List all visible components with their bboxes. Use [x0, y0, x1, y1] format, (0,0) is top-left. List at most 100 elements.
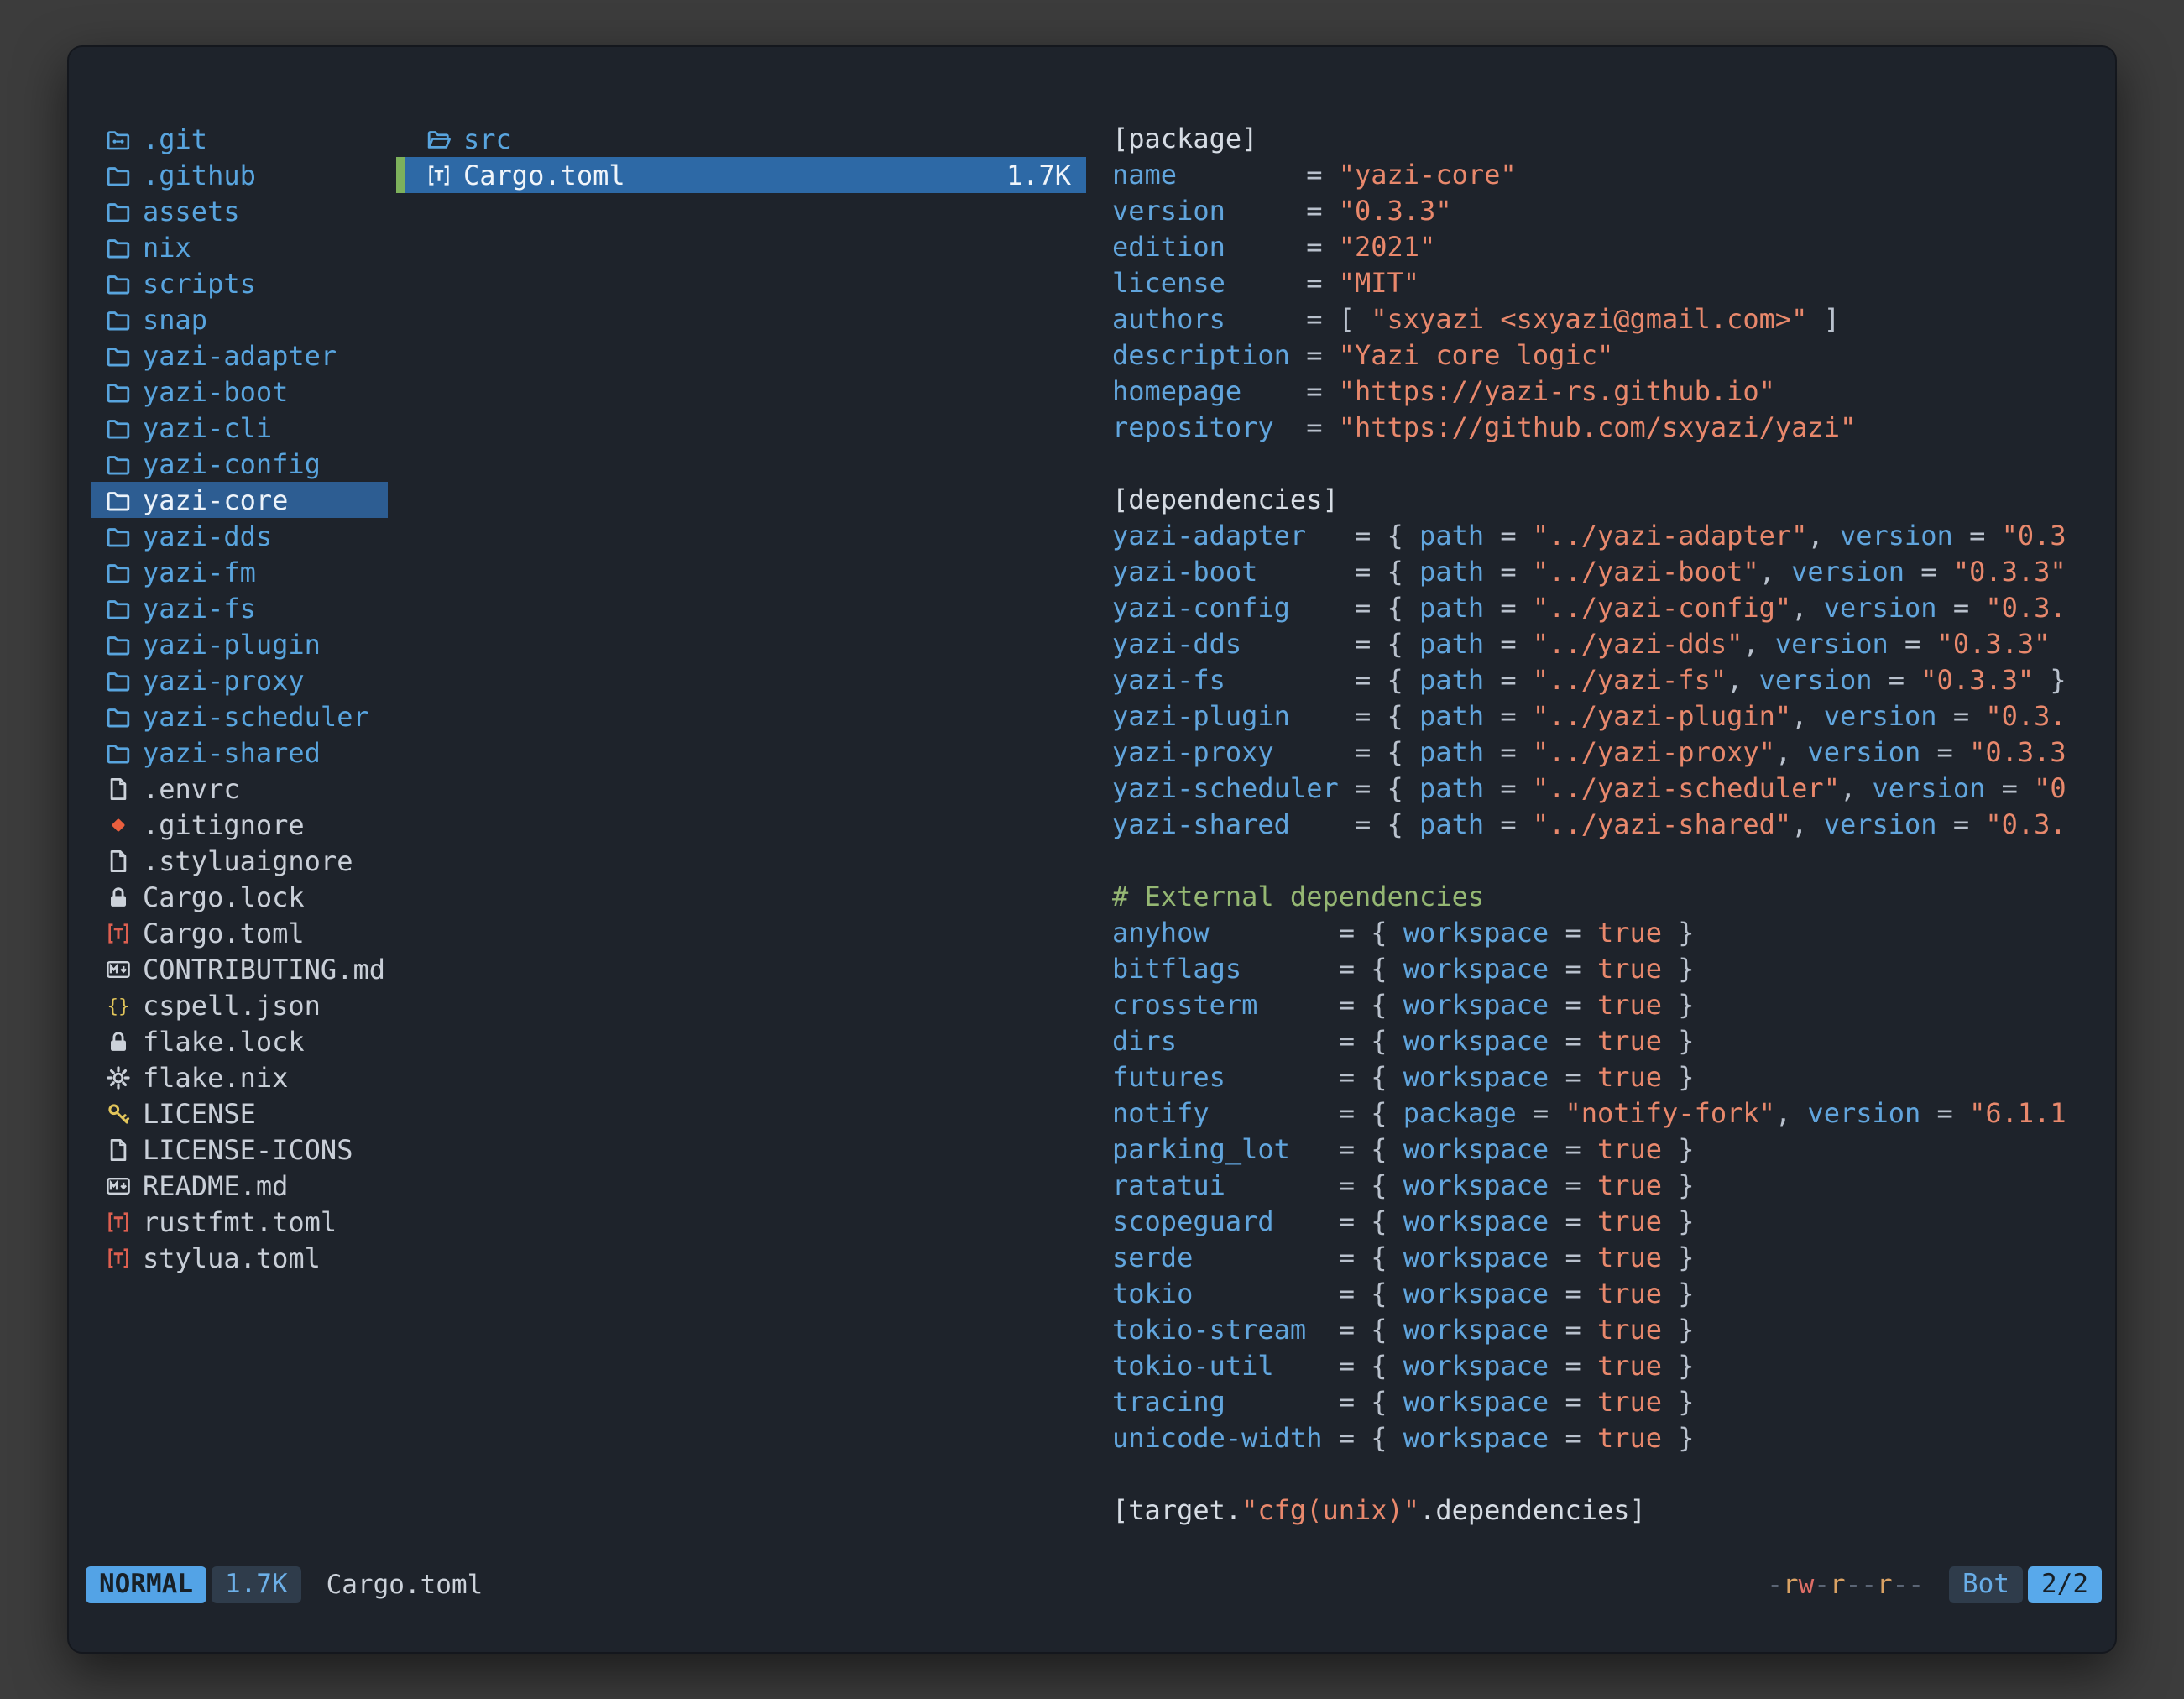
folder-icon — [106, 524, 131, 549]
preview-line — [1112, 843, 2095, 879]
status-bar-left: NORMAL 1.7K Cargo.toml — [86, 1566, 483, 1603]
file-name: flake.nix — [143, 1062, 288, 1094]
dir-row[interactable]: yazi-scheduler — [91, 698, 388, 734]
file-row[interactable]: README.md — [91, 1168, 388, 1204]
preview-line: notify = { package = "notify-fork", vers… — [1112, 1095, 2095, 1132]
yazi-terminal-window: .git.githubassetsnixscriptssnap yazi-adap… — [67, 45, 2117, 1654]
dir-row[interactable]: yazi-plugin — [91, 626, 388, 662]
preview-line: yazi-proxy = { path = "../yazi-proxy", v… — [1112, 734, 2095, 771]
file-name: snap — [143, 304, 207, 336]
preview-line: serde = { workspace = true } — [1112, 1240, 2095, 1276]
preview-line: bitflags = { workspace = true } — [1112, 951, 2095, 987]
preview-line: ratatui = { workspace = true } — [1112, 1168, 2095, 1204]
dir-row[interactable]: yazi-boot — [91, 374, 388, 410]
folder-icon — [106, 235, 131, 260]
folder-icon — [106, 668, 131, 693]
preview-line: yazi-fs = { path = "../yazi-fs", version… — [1112, 662, 2095, 698]
preview-line: futures = { workspace = true } — [1112, 1059, 2095, 1095]
preview-line: parking_lot = { workspace = true } — [1112, 1132, 2095, 1168]
dir-row[interactable]: .github — [91, 157, 388, 193]
file-row[interactable]: flake.lock — [91, 1023, 388, 1059]
lock-icon — [106, 1029, 131, 1054]
file-row[interactable]: CONTRIBUTING.md — [91, 951, 388, 987]
file-name: yazi-fs — [143, 593, 256, 625]
toml-icon — [106, 1210, 131, 1235]
preview-line: crossterm = { workspace = true } — [1112, 987, 2095, 1023]
file-name: yazi-adapter — [143, 340, 337, 372]
preview-line: yazi-scheduler = { path = "../yazi-sched… — [1112, 771, 2095, 807]
file-row[interactable]: LICENSE — [91, 1095, 388, 1132]
file-row[interactable]: Cargo.toml1.7K — [396, 157, 1086, 193]
file-name: LICENSE-ICONS — [143, 1134, 353, 1166]
preview-line: yazi-shared = { path = "../yazi-shared",… — [1112, 807, 2095, 843]
file-name: yazi-dds — [143, 520, 272, 552]
license-icon — [106, 1101, 131, 1127]
status-filename: Cargo.toml — [327, 1570, 483, 1600]
toml-icon — [426, 163, 452, 188]
file-row[interactable]: stylua.toml — [91, 1240, 388, 1276]
file-row[interactable]: Cargo.toml — [91, 915, 388, 951]
file-name: yazi-cli — [143, 412, 272, 444]
file-row[interactable]: {}cspell.json — [91, 987, 388, 1023]
nix-icon — [106, 1065, 131, 1090]
preview-line: description = "Yazi core logic" — [1112, 337, 2095, 374]
dir-row[interactable]: yazi-adapter — [91, 337, 388, 374]
toml-icon — [106, 1246, 131, 1271]
dir-row[interactable]: yazi-fm — [91, 554, 388, 590]
preview-line: tokio-util = { workspace = true } — [1112, 1348, 2095, 1384]
file-name: .styluaignore — [143, 845, 353, 877]
folder-icon — [106, 704, 131, 729]
preview-line: yazi-config = { path = "../yazi-config",… — [1112, 590, 2095, 626]
preview-line: yazi-boot = { path = "../yazi-boot", ver… — [1112, 554, 2095, 590]
folder-icon — [106, 632, 131, 657]
parent-directory-pane: .git.githubassetsnixscriptssnap yazi-adap… — [91, 121, 388, 1276]
status-bar: NORMAL 1.7K Cargo.toml -rw-r--r-- Bot 2/… — [86, 1565, 2102, 1605]
file-preview-pane: [package]name = "yazi-core"version = "0.… — [1112, 121, 2095, 1526]
preview-line: # External dependencies — [1112, 879, 2095, 915]
file-name: rustfmt.toml — [143, 1206, 337, 1238]
file-name: CONTRIBUTING.md — [143, 954, 385, 985]
lock-icon — [106, 885, 131, 910]
dir-row[interactable]: scripts — [91, 265, 388, 301]
file-name: yazi-proxy — [143, 665, 305, 697]
file-row[interactable]: Cargo.lock — [91, 879, 388, 915]
file-row[interactable]: .styluaignore — [91, 843, 388, 879]
file-name: Cargo.lock — [143, 881, 305, 913]
file-icon — [106, 776, 131, 802]
file-size: 1.7K — [1006, 159, 1086, 191]
folder-icon — [106, 416, 131, 441]
dir-row[interactable]: yazi-shared — [91, 734, 388, 771]
dir-row[interactable]: assets — [91, 193, 388, 229]
file-icon — [106, 849, 131, 874]
dir-row[interactable]: yazi-proxy — [91, 662, 388, 698]
dir-row[interactable]: yazi-config — [91, 446, 388, 482]
preview-line: repository = "https://github.com/sxyazi/… — [1112, 410, 2095, 446]
markdown-icon — [106, 1174, 131, 1199]
file-name: yazi-shared — [143, 737, 321, 769]
file-row[interactable]: LICENSE-ICONS — [91, 1132, 388, 1168]
file-name: src — [463, 123, 512, 155]
file-name: LICENSE — [143, 1098, 256, 1130]
preview-line: homepage = "https://yazi-rs.github.io" — [1112, 374, 2095, 410]
dir-row[interactable]: src — [396, 121, 1086, 157]
file-row[interactable]: .gitignore — [91, 807, 388, 843]
file-row[interactable]: .envrc — [91, 771, 388, 807]
preview-line: [dependencies] — [1112, 482, 2095, 518]
folder-icon — [106, 343, 131, 369]
dir-row[interactable]: yazi-dds — [91, 518, 388, 554]
preview-line — [1112, 446, 2095, 482]
dir-row[interactable]: snap — [91, 301, 388, 337]
folder-icon — [106, 379, 131, 405]
open-folder-icon — [426, 127, 452, 152]
preview-line: edition = "2021" — [1112, 229, 2095, 265]
dir-row[interactable]: .git — [91, 121, 388, 157]
dir-row[interactable]: yazi-fs — [91, 590, 388, 626]
file-name: flake.lock — [143, 1026, 305, 1058]
dir-row[interactable]: yazi-core — [91, 482, 388, 518]
file-row[interactable]: flake.nix — [91, 1059, 388, 1095]
dir-row[interactable]: nix — [91, 229, 388, 265]
folder-icon — [106, 740, 131, 766]
dir-row[interactable]: yazi-cli — [91, 410, 388, 446]
toml-icon — [106, 921, 131, 946]
file-row[interactable]: rustfmt.toml — [91, 1204, 388, 1240]
